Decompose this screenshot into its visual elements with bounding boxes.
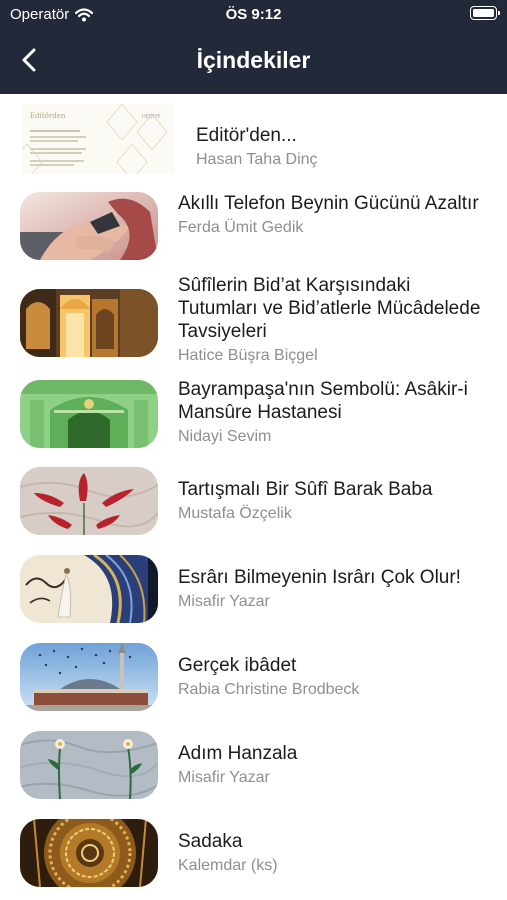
article-title: Gerçek ibâdet [178,655,297,676]
green-gate-thumbnail [20,380,158,448]
red-tulip-marbling-thumbnail [20,467,158,535]
svg-text:Editörden: Editörden [30,112,66,120]
article-text: Akıllı Telefon Beynin Gücünü Azaltır Fer… [178,192,493,238]
article-author: Rabia Christine Brodbeck [178,681,360,698]
article-title: Sûfîlerin Bid’at Karşısındaki Tutumları … [178,275,481,342]
mosque-birds-thumbnail [20,643,158,711]
calligraphy-dervish-thumbnail [20,555,158,623]
article-title: Sadaka [178,831,243,852]
article-title: Akıllı Telefon Beynin Gücünü Azaltır [178,193,479,214]
article-author: Hatice Büşra Biçgel [178,347,318,364]
header: Operatör ÖS 9:12 İçindekiler [0,0,507,94]
article-author: Kalemdar (ks) [178,857,278,874]
smartphone-hands-thumbnail [20,192,158,260]
article-item[interactable]: Gerçek ibâdet Rabia Christine Brodbeck [0,642,507,712]
article-title: Adım Hanzala [178,743,298,764]
svg-text:HEDİYE: HEDİYE [142,113,160,120]
article-title: Tartışmalı Bir Sûfî Barak Baba [178,479,433,500]
article-item[interactable]: Sûfîlerin Bid’at Karşısındaki Tutumları … [0,274,507,366]
article-title: Esrârı Bilmeyenin Isrârı Çok Olur! [178,567,461,588]
article-text: Adım Hanzala Misafir Yazar [178,742,493,788]
article-item[interactable]: Akıllı Telefon Beynin Gücünü Azaltır Fer… [0,192,507,262]
article-item-editorial[interactable]: Editörden HEDİYE Editör'den... Hasan Tah… [0,102,507,176]
article-item[interactable]: Adım Hanzala Misafir Yazar [0,730,507,800]
article-title: Editör'den... [196,125,297,146]
clock: ÖS 9:12 [225,6,282,23]
arched-courtyard-thumbnail [20,289,158,357]
article-item[interactable]: Bayrampaşa'nın Sembolü: Asâkir-i Mansûre… [0,378,507,448]
article-author: Ferda Ümit Gedik [178,219,304,236]
article-text: Esrârı Bilmeyenin Isrârı Çok Olur! Misaf… [178,566,493,612]
article-author: Hasan Taha Dinç [196,151,318,168]
article-item[interactable]: Tartışmalı Bir Sûfî Barak Baba Mustafa Ö… [0,466,507,536]
article-item[interactable]: Esrârı Bilmeyenin Isrârı Çok Olur! Misaf… [0,554,507,624]
article-text: Tartışmalı Bir Sûfî Barak Baba Mustafa Ö… [178,478,493,524]
article-author: Mustafa Özçelik [178,505,292,522]
golden-ornament-thumbnail [20,819,158,887]
article-text: Bayrampaşa'nın Sembolü: Asâkir-i Mansûre… [178,378,493,447]
status-bar: Operatör ÖS 9:12 [0,0,507,28]
page-title: İçindekiler [196,47,311,73]
editorial-page-thumbnail: Editörden HEDİYE [22,104,174,174]
article-text: Editör'den... Hasan Taha Dinç [196,124,493,170]
article-title: Bayrampaşa'nın Sembolü: Asâkir-i Mansûre… [178,379,468,423]
article-text: Sûfîlerin Bid’at Karşısındaki Tutumları … [178,274,493,366]
article-item[interactable]: Sadaka Kalemdar (ks) [0,818,507,888]
article-author: Misafir Yazar [178,593,270,610]
article-author: Misafir Yazar [178,769,270,786]
battery-icon [470,6,500,20]
marbled-flowers-thumbnail [20,731,158,799]
article-author: Nidayi Sevim [178,428,272,445]
article-text: Sadaka Kalemdar (ks) [178,830,493,876]
article-text: Gerçek ibâdet Rabia Christine Brodbeck [178,654,493,700]
